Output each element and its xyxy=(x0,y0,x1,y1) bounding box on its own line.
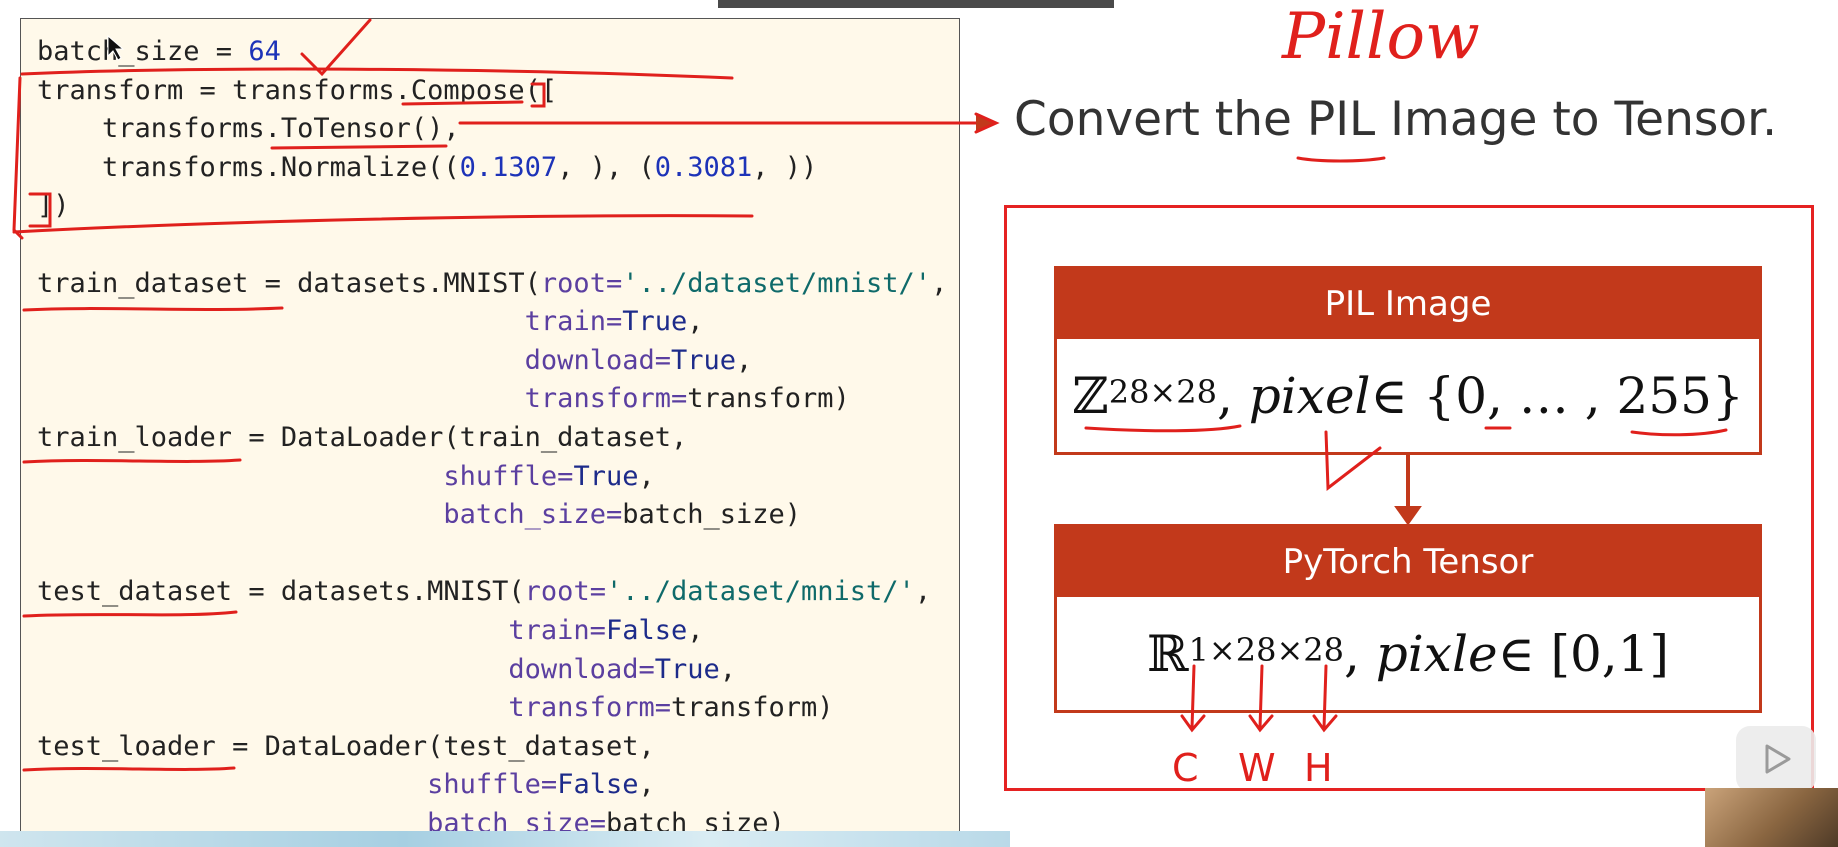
code-token: train_dataset = datasets.MNIST( xyxy=(37,267,541,299)
pil-var: pixel xyxy=(1248,366,1371,425)
play-button[interactable] xyxy=(1736,726,1816,792)
code-token: transform = transforms.Compose([ xyxy=(37,74,558,106)
pil-shape: 28×28 xyxy=(1108,372,1217,411)
code-token: batch_size) xyxy=(622,499,802,531)
code-token: train_loader = DataLoader(train_dataset, xyxy=(37,422,688,453)
code-token: , xyxy=(931,267,948,299)
bottom-decoration-strip xyxy=(0,831,1010,847)
code-token: , xyxy=(736,344,753,376)
dim-label-h: H xyxy=(1304,746,1333,790)
code-token: , xyxy=(914,576,932,608)
slide-caption: Convert the PIL Image to Tensor. xyxy=(1014,92,1778,147)
tensor-var: pixle xyxy=(1375,624,1498,683)
code-token: 64 xyxy=(248,36,281,67)
underline-pil xyxy=(1296,156,1386,163)
code-token: , )) xyxy=(752,151,818,183)
code-token: transform) xyxy=(670,692,834,724)
handwritten-pillow-note: Pillow xyxy=(1282,0,1480,74)
pytorch-tensor-block: PyTorch Tensor ℝ 1×28×28, pixle ∈ [0,1] xyxy=(1054,524,1762,713)
dim-label-w: W xyxy=(1238,746,1276,790)
code-line: transform=transform) xyxy=(37,689,834,727)
window-title-bar xyxy=(718,0,1114,8)
code-token: 0.3081 xyxy=(654,151,753,183)
code-token: download= xyxy=(508,653,655,685)
play-icon xyxy=(1765,744,1791,774)
code-token: False xyxy=(605,615,688,646)
code-line: train=True, xyxy=(37,303,704,341)
pil-set-symbol: ℤ xyxy=(1072,366,1109,425)
code-line: transform=transform) xyxy=(37,380,850,418)
code-token: , ), ( xyxy=(557,151,655,183)
code-token: False xyxy=(557,769,639,801)
code-token: download= xyxy=(524,344,671,376)
code-line: test_dataset = datasets.MNIST(root='../d… xyxy=(37,573,931,611)
code-token: shuffle= xyxy=(427,769,558,801)
code-token: transforms.Normalize(( xyxy=(37,151,460,183)
code-token: test_loader = DataLoader(test_dataset, xyxy=(37,730,655,762)
code-token: '../dataset/mnist/' xyxy=(605,576,915,608)
code-token: transform) xyxy=(687,383,850,415)
pil-range: ∈ {0, … , 255} xyxy=(1370,366,1744,425)
code-token: True xyxy=(670,344,737,376)
pil-image-block: PIL Image ℤ 28×28, pixel ∈ {0, … , 255} xyxy=(1054,266,1762,455)
code-token: root= xyxy=(540,267,623,299)
code-line: train_loader = DataLoader(train_dataset, xyxy=(37,419,687,457)
code-token: , xyxy=(719,653,737,685)
code-token: ]) xyxy=(37,190,70,222)
code-token: root= xyxy=(524,576,606,608)
code-token: , xyxy=(638,460,655,492)
pil-image-formula: ℤ 28×28, pixel ∈ {0, … , 255} xyxy=(1072,366,1744,425)
code-line: download=True, xyxy=(37,651,736,689)
code-line: train_dataset = datasets.MNIST(root='../… xyxy=(37,265,947,303)
code-line: download=True, xyxy=(37,342,753,380)
code-token: batch_size = xyxy=(37,36,249,67)
code-token: train= xyxy=(524,306,623,338)
code-token: transform= xyxy=(508,692,671,724)
code-token: True xyxy=(654,653,720,685)
corner-photo xyxy=(1705,788,1838,847)
code-token: , xyxy=(687,615,704,646)
tensor-shape: 1×28×28 xyxy=(1188,630,1344,669)
code-token: , xyxy=(687,306,704,338)
code-line: transforms.Normalize((0.1307, ), (0.3081… xyxy=(37,149,817,187)
code-token: , xyxy=(638,769,655,801)
dim-label-c: C xyxy=(1172,746,1199,790)
pytorch-tensor-title: PyTorch Tensor xyxy=(1057,527,1759,597)
code-line: test_loader = DataLoader(test_dataset, xyxy=(37,728,655,766)
code-token: batch_size= xyxy=(443,499,623,531)
code-token: transform= xyxy=(524,383,688,415)
code-token: True xyxy=(622,306,688,338)
code-line: shuffle=False, xyxy=(37,766,655,804)
code-token: shuffle= xyxy=(443,460,574,492)
tensor-range: ∈ [0,1] xyxy=(1497,624,1669,683)
code-line: train=False, xyxy=(37,612,704,650)
pil-image-title: PIL Image xyxy=(1057,269,1759,339)
code-line: batch_size = 64 xyxy=(37,33,281,71)
tensor-set-symbol: ℝ xyxy=(1147,624,1189,683)
code-token: True xyxy=(573,460,639,492)
code-token: transforms.ToTensor(), xyxy=(37,113,460,145)
code-line: transform = transforms.Compose([ xyxy=(37,72,557,110)
code-token: train= xyxy=(508,615,606,646)
code-panel: batch_size = 64 transform = transforms.Co… xyxy=(20,18,960,847)
code-line: ]) xyxy=(37,187,70,225)
code-token: '../dataset/mnist/' xyxy=(622,267,932,299)
code-line: batch_size=batch_size) xyxy=(37,496,801,534)
code-token: test_dataset = datasets.MNIST( xyxy=(37,576,525,608)
code-line: transforms.ToTensor(), xyxy=(37,110,460,148)
code-token: 0.1307 xyxy=(459,151,558,183)
arrow-head xyxy=(974,112,1000,134)
tensor-formula: ℝ 1×28×28, pixle ∈ [0,1] xyxy=(1147,624,1669,683)
code-line: shuffle=True, xyxy=(37,458,655,496)
